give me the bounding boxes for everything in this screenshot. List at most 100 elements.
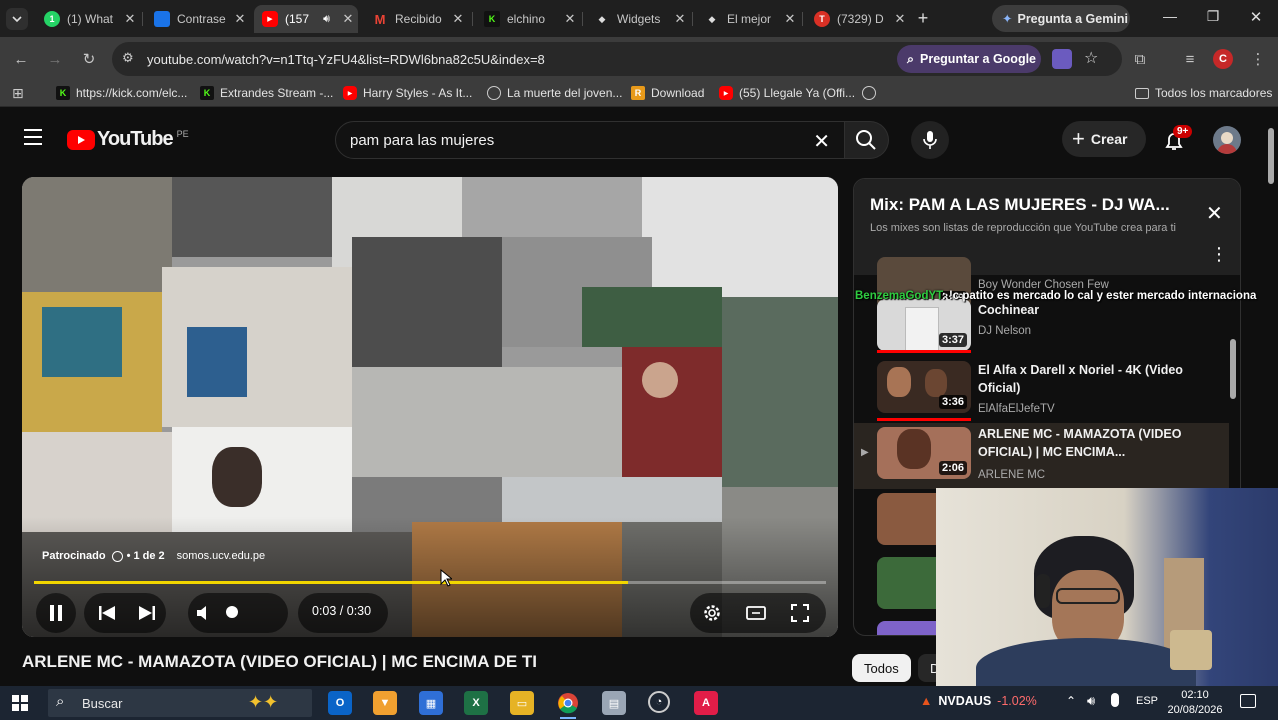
close-tab-icon[interactable]: ✕ <box>338 11 358 27</box>
minimize-button[interactable]: — <box>1160 8 1180 28</box>
playlist-item-channel: ElAlfaElJefeTV <box>978 403 1055 415</box>
hamburger-menu-icon[interactable] <box>24 129 42 145</box>
youtube-logo[interactable]: YouTube PE <box>67 128 189 151</box>
video-player[interactable]: Patrocinado • 1 de 2 somos.ucv.edu.pe 0:… <box>22 177 838 637</box>
outlook-app-icon[interactable]: O <box>328 691 352 715</box>
language-indicator[interactable]: ESP <box>1136 695 1158 707</box>
windows-taskbar: ⌕ Buscar ✦✦ O ▼ ▦ X ▭ ▤ ◔ A ▲ NVDAUS -1.… <box>0 686 1278 720</box>
microphone-tray-icon[interactable] <box>1111 693 1119 707</box>
close-tab-icon[interactable]: ✕ <box>890 11 910 27</box>
search-button[interactable] <box>845 121 889 159</box>
search-query[interactable]: pam para las mujeres <box>350 132 494 149</box>
close-tab-icon[interactable]: ✕ <box>230 11 250 27</box>
bookmark-item[interactable]: K https://kick.com/elc... <box>56 86 187 100</box>
media-control-icon[interactable]: ≡ <box>1180 49 1200 69</box>
chrome-app-icon[interactable] <box>556 691 580 715</box>
close-tab-icon[interactable]: ✕ <box>120 11 140 27</box>
bookmark-item[interactable]: R Download <box>631 86 704 100</box>
apps-grid-icon[interactable]: ⊞ <box>12 85 24 102</box>
voice-search-button[interactable] <box>911 121 949 159</box>
speaker-icon[interactable]: 🔊︎ <box>323 13 330 26</box>
playlist-title[interactable]: Mix: PAM A LAS MUJERES - DJ WA... <box>870 195 1170 215</box>
adobe-app-icon[interactable]: A <box>694 691 718 715</box>
close-playlist-icon[interactable]: ✕ <box>1206 201 1223 226</box>
browser-tab-gmail[interactable]: M Recibido ✕ <box>364 5 468 33</box>
stock-ticker[interactable]: ▲ NVDAUS -1.02% <box>920 694 1037 708</box>
excel-app-icon[interactable]: X <box>464 691 488 715</box>
browser-tab-youtube[interactable]: ▶ (157 🔊︎ ✕ <box>254 5 358 33</box>
extensions-icon[interactable]: ⧉ <box>1130 49 1150 69</box>
notification-badge: 9+ <box>1173 125 1193 138</box>
bookmark-item[interactable]: ▶ Harry Styles - As It... <box>343 86 472 100</box>
page-scrollbar[interactable] <box>1268 128 1274 184</box>
teams-app-icon[interactable]: ▼ <box>373 691 397 715</box>
url-text[interactable]: youtube.com/watch?v=n1Ttq-YzFU4&list=RDW… <box>147 52 545 67</box>
progress-bar[interactable] <box>34 581 826 584</box>
globe-icon[interactable] <box>862 86 876 100</box>
search-input[interactable]: pam para las mujeres ✕ <box>335 121 845 159</box>
address-bar[interactable]: ⚙︎ youtube.com/watch?v=n1Ttq-YzFU4&list=… <box>112 42 1122 76</box>
notification-center-icon[interactable] <box>1240 694 1256 708</box>
reload-icon[interactable]: ↻ <box>79 49 99 69</box>
close-window-button[interactable]: ✕ <box>1246 8 1266 28</box>
restore-button[interactable]: ❐ <box>1203 8 1223 28</box>
clock[interactable]: 02:10 20/08/2026 <box>1164 688 1226 718</box>
clear-search-icon[interactable]: ✕ <box>813 129 830 154</box>
taskbar-search-input[interactable]: ⌕ Buscar ✦✦ <box>48 689 312 717</box>
close-tab-icon[interactable]: ✕ <box>670 11 690 27</box>
browser-tab-widgets[interactable]: ◆ Widgets ✕ <box>586 5 690 33</box>
chip-all[interactable]: Todos <box>852 654 911 682</box>
bookmark-label: La muerte del joven... <box>507 86 623 100</box>
browser-tab-7329[interactable]: T (7329) D ✕ <box>806 5 910 33</box>
close-tab-icon[interactable]: ✕ <box>448 11 468 27</box>
close-tab-icon[interactable]: ✕ <box>560 11 580 27</box>
browser-tab-kick[interactable]: K elchino ✕ <box>476 5 580 33</box>
settings-button[interactable] <box>698 593 726 633</box>
bookmark-item[interactable]: La muerte del joven... <box>487 86 622 100</box>
start-button[interactable] <box>12 695 28 711</box>
gemini-button[interactable]: ✦ Pregunta a Gemini <box>992 5 1130 32</box>
playlist-item[interactable]: 3:36 El Alfa x Darell x Noriel - 4K (Vid… <box>854 357 1229 421</box>
chevron-up-icon[interactable]: ⌃ <box>1066 694 1076 708</box>
window-app-icon[interactable]: ▤ <box>602 691 626 715</box>
browser-tab-passwords[interactable]: Contrase ✕ <box>146 5 250 33</box>
speedometer-app-icon[interactable]: ◔ <box>648 691 670 713</box>
install-app-icon[interactable] <box>1052 49 1072 69</box>
site-settings-icon[interactable]: ⚙︎ <box>122 50 134 66</box>
tab-search-button[interactable] <box>6 8 28 30</box>
chrome-menu-icon[interactable]: ⋮ <box>1248 49 1268 69</box>
next-button[interactable] <box>132 593 162 633</box>
browser-tab-el-mejor[interactable]: ◆ El mejor ✕ <box>696 5 800 33</box>
microphone-icon <box>923 131 937 149</box>
close-tab-icon[interactable]: ✕ <box>780 11 800 27</box>
volume-button[interactable] <box>192 593 216 633</box>
volume-slider-knob[interactable] <box>226 606 238 618</box>
speaker-icon[interactable]: 🔊︎ <box>1087 693 1095 709</box>
theater-mode-button[interactable] <box>742 593 770 633</box>
file-explorer-icon[interactable]: ▭ <box>510 691 534 715</box>
browser-tab-whatsapp[interactable]: 1 (1) What ✕ <box>36 5 140 33</box>
bookmark-item[interactable]: ▶ (55) Llegale Ya (Offi... <box>719 86 855 100</box>
account-avatar[interactable] <box>1213 126 1241 154</box>
bookmark-item[interactable]: K Extrandes Stream -... <box>200 86 333 100</box>
info-icon[interactable] <box>111 550 123 562</box>
forward-icon[interactable]: → <box>45 49 65 69</box>
fullscreen-button[interactable] <box>786 593 814 633</box>
pause-button[interactable] <box>36 593 76 633</box>
folder-icon <box>1135 87 1149 99</box>
all-bookmarks-button[interactable]: Todos los marcadores <box>1135 86 1272 100</box>
profile-avatar[interactable]: C <box>1213 49 1233 69</box>
playlist-item[interactable]: 3:37 Cochinear DJ Nelson <box>854 295 1229 359</box>
whatsapp-icon: 1 <box>44 11 60 27</box>
playlist-item-current[interactable]: ▶ 2:06 ARLENE MC - MAMAZOTA (VIDEO OFICI… <box>854 423 1229 489</box>
bookmark-star-icon[interactable]: ☆ <box>1084 48 1098 68</box>
playlist-scrollbar[interactable] <box>1230 339 1236 399</box>
ask-google-button[interactable]: ⌕ Preguntar a Google <box>897 45 1041 73</box>
ad-domain[interactable]: somos.ucv.edu.pe <box>177 550 265 562</box>
back-icon[interactable]: ← <box>11 49 31 69</box>
previous-button[interactable] <box>92 593 122 633</box>
new-tab-button[interactable]: + <box>912 7 934 29</box>
store-app-icon[interactable]: ▦ <box>419 691 443 715</box>
notifications-button[interactable]: 9+ <box>1160 125 1193 155</box>
create-button[interactable]: + Crear <box>1062 121 1146 157</box>
